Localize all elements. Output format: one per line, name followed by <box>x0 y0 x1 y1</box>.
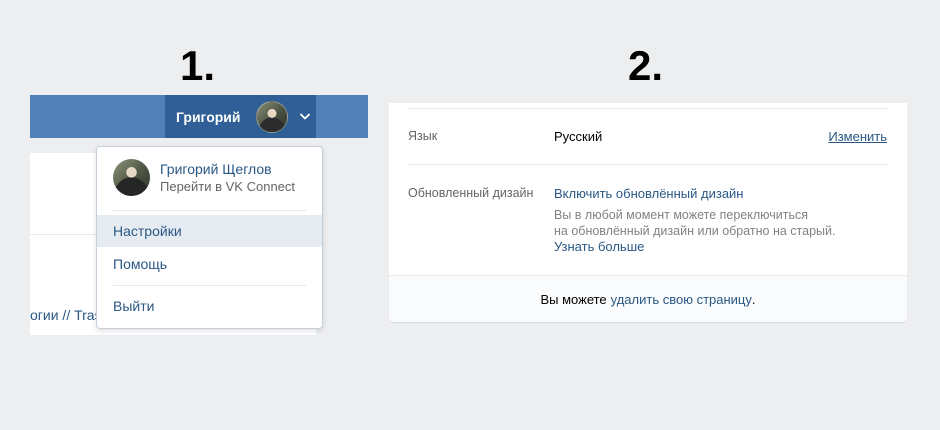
settings-card: Язык Русский Изменить Обновленный дизайн… <box>389 103 907 322</box>
vk-connect-link[interactable]: Перейти в VK Connect <box>160 178 295 196</box>
page-partial-link[interactable]: огии // Tras <box>30 307 102 323</box>
profile-name: Григорий <box>176 108 241 125</box>
change-language-link[interactable]: Изменить <box>828 129 887 144</box>
step-number-2: 2. <box>628 42 664 89</box>
menu-item-logout[interactable]: Выйти <box>97 290 322 322</box>
dropdown-separator <box>113 210 306 211</box>
dropdown-user-name[interactable]: Григорий Щеглов <box>160 160 295 178</box>
profile-menu-button[interactable]: Григорий <box>165 95 316 138</box>
user-avatar-icon <box>113 159 150 196</box>
design-desc-line: на обновлённый дизайн или обратно на ста… <box>554 224 836 238</box>
chevron-down-icon <box>298 110 312 124</box>
settings-divider <box>407 108 887 109</box>
dropdown-separator <box>113 285 306 286</box>
step-number-1: 1. <box>180 42 216 89</box>
menu-item-help[interactable]: Помощь <box>97 248 322 280</box>
design-description: Вы в любой момент можете переключиться н… <box>554 207 884 239</box>
dropdown-user-block[interactable]: Григорий Щеглов Перейти в VK Connect <box>113 159 295 196</box>
enable-new-design-link[interactable]: Включить обновлённый дизайн <box>554 186 744 201</box>
menu-item-settings[interactable]: Настройки <box>97 215 322 247</box>
user-avatar-icon <box>255 100 288 133</box>
settings-footer: Вы можете удалить свою страницу. <box>389 275 907 322</box>
top-header-bar: Григорий <box>30 95 368 138</box>
footer-period: . <box>751 291 756 307</box>
language-label: Язык <box>408 129 438 143</box>
delete-page-link[interactable]: удалить свою страницу <box>611 292 752 307</box>
design-desc-line: Вы в любой момент можете переключиться <box>554 208 809 222</box>
profile-dropdown-menu: Григорий Щеглов Перейти в VK Connect Нас… <box>96 146 323 329</box>
language-value: Русский <box>554 129 603 144</box>
design-label: Обновленный дизайн <box>408 186 534 200</box>
settings-divider <box>407 164 887 165</box>
learn-more-link[interactable]: Узнать больше <box>554 239 644 254</box>
footer-text: Вы можете <box>540 291 607 307</box>
